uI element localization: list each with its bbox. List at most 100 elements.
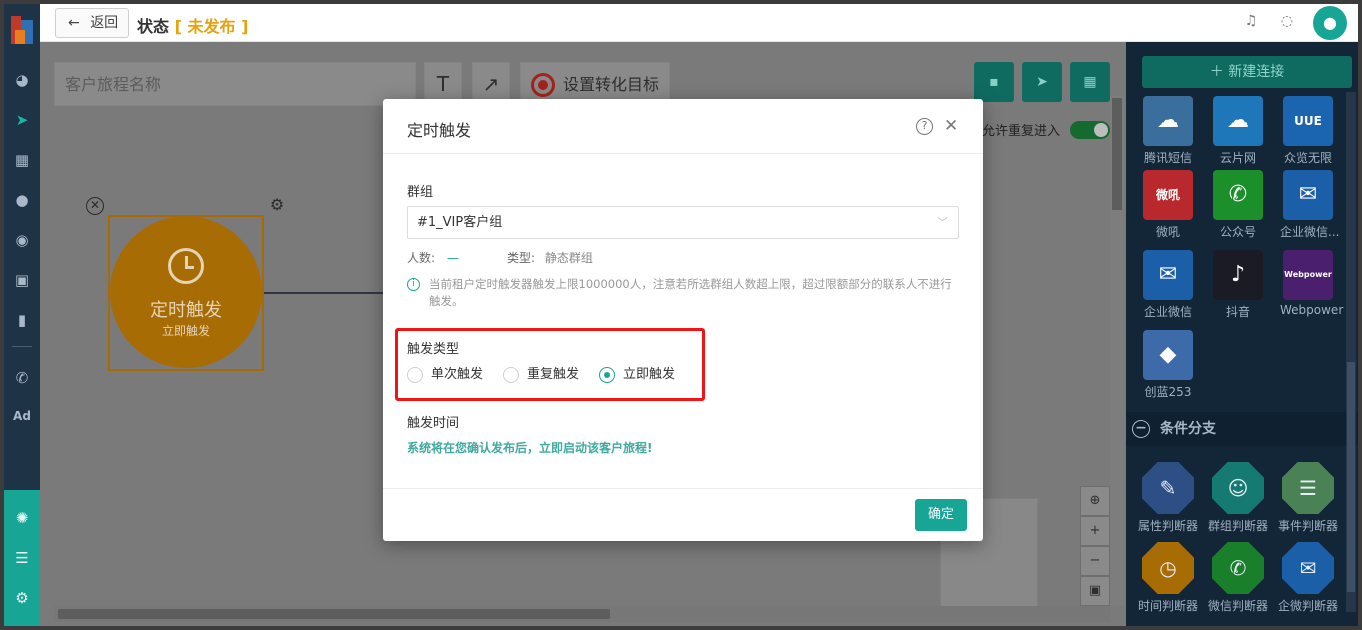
tiktok-icon: ♪ bbox=[1213, 250, 1263, 300]
ad-icon[interactable]: Ad bbox=[12, 406, 32, 426]
node-title: 定时触发 bbox=[150, 300, 222, 321]
node-settings-icon[interactable]: ⚙ bbox=[268, 196, 286, 214]
channel-tile[interactable]: ☁ 腾讯短信 bbox=[1140, 96, 1196, 166]
publish-button[interactable]: ➤ bbox=[1022, 62, 1062, 102]
panel-scrollbar[interactable] bbox=[1346, 92, 1356, 612]
template-button[interactable]: ▦ bbox=[1070, 62, 1110, 102]
back-button[interactable]: ← 返回 bbox=[55, 8, 129, 38]
save-button[interactable]: ▪ bbox=[974, 62, 1014, 102]
text-icon: T bbox=[436, 72, 450, 96]
limit-notice-text: 当前租户定时触发器触发上限1000000人，注意若所选群组人数超上限，超过限额部… bbox=[429, 277, 952, 308]
radio-dot bbox=[503, 367, 519, 383]
wechat-icon: ✆ bbox=[1213, 170, 1263, 220]
group-select[interactable]: #1_VIP客户组 ﹀ bbox=[407, 206, 959, 239]
layout-icon[interactable]: ▦ bbox=[12, 150, 32, 170]
avatar[interactable]: ● bbox=[1313, 6, 1347, 40]
radio-repeat-trigger[interactable]: 重复触发 bbox=[503, 365, 579, 385]
channel-tile[interactable]: ☁ 云片网 bbox=[1210, 96, 1266, 166]
branch-icon: ◷ bbox=[1142, 542, 1194, 594]
count-value: — bbox=[446, 251, 459, 265]
channel-tile[interactable]: ✆ 公众号 bbox=[1210, 170, 1266, 240]
network-icon[interactable]: ✺ bbox=[12, 508, 32, 528]
radio-immediate-trigger[interactable]: 立即触发 bbox=[599, 365, 675, 385]
journey-name-input[interactable]: 客户旅程名称 bbox=[54, 62, 416, 106]
bell-icon[interactable]: ♫ bbox=[1242, 12, 1260, 30]
branch-tile-label: 群组判断器 bbox=[1207, 519, 1268, 533]
gear-icon[interactable]: ⚙ bbox=[12, 588, 32, 608]
nav-divider bbox=[12, 346, 32, 347]
branch-tile-label: 事件判断器 bbox=[1277, 519, 1338, 533]
fit-icon[interactable]: ▣ bbox=[1080, 576, 1110, 606]
condition-branch-header[interactable]: − 条件分支 bbox=[1126, 412, 1358, 446]
type-label: 类型: bbox=[507, 251, 536, 265]
canvas-horizontal-scrollbar[interactable] bbox=[54, 606, 1110, 622]
send-icon[interactable]: ➤ bbox=[12, 110, 32, 130]
arrow-left-icon: ← bbox=[68, 15, 80, 31]
chevron-down-icon: ﹀ bbox=[937, 216, 948, 229]
channel-tile[interactable]: ◆ 创蓝253 bbox=[1140, 330, 1196, 400]
status-badge: [ 未发布 ] bbox=[174, 17, 249, 36]
wechat-icon[interactable]: ✆ bbox=[12, 368, 32, 388]
repeat-entry-toggle[interactable] bbox=[1070, 121, 1110, 139]
limit-notice: i 当前租户定时触发器触发上限1000000人，注意若所选群组人数超上限，超过限… bbox=[407, 276, 959, 310]
channel-tile-label: 云片网 bbox=[1219, 151, 1256, 165]
channel-tile[interactable]: UUE 众览无限 bbox=[1280, 96, 1336, 166]
channel-tile[interactable]: 微吼 微吼 bbox=[1140, 170, 1196, 240]
new-connection-label: 新建连接 bbox=[1228, 64, 1285, 80]
branch-icon: ✉ bbox=[1282, 542, 1334, 594]
bookmark-icon[interactable]: ▣ bbox=[12, 270, 32, 290]
dashboard-icon[interactable]: ◕ bbox=[12, 70, 32, 90]
server-icon[interactable]: ☰ bbox=[12, 548, 32, 568]
count-label: 人数: bbox=[407, 251, 436, 265]
radio-label: 重复触发 bbox=[527, 367, 580, 382]
confirm-button[interactable]: 确定 bbox=[915, 499, 967, 531]
user-icon[interactable]: ● bbox=[12, 190, 32, 210]
channel-tile-label: 众览无限 bbox=[1283, 151, 1332, 165]
radio-label: 单次触发 bbox=[431, 367, 484, 382]
channel-tile-label: 创蓝253 bbox=[1144, 385, 1192, 399]
close-icon[interactable]: ✕ bbox=[944, 116, 958, 136]
radio-single-trigger[interactable]: 单次触发 bbox=[407, 365, 483, 385]
branch-tile[interactable]: ✉ 企微判断器 bbox=[1276, 542, 1340, 614]
top-bar: ← 返回 状态 [ 未发布 ] ♫ ◌ ● bbox=[40, 4, 1358, 42]
help-icon[interactable]: ? bbox=[916, 118, 933, 135]
cube-icon: ◆ bbox=[1143, 330, 1193, 380]
canvas-vertical-scrollbar[interactable] bbox=[1110, 96, 1124, 606]
target-icon bbox=[531, 73, 555, 97]
group-label: 群组 bbox=[407, 185, 434, 200]
bar-chart-icon[interactable]: ▮ bbox=[12, 310, 32, 330]
journey-name-placeholder: 客户旅程名称 bbox=[65, 75, 162, 94]
channel-tile[interactable]: Webpower Webpower bbox=[1280, 250, 1344, 317]
status-text: 未发布 bbox=[187, 17, 236, 36]
channel-tile-label: 公众号 bbox=[1219, 225, 1256, 239]
trigger-type-label: 触发类型 bbox=[407, 342, 460, 357]
channel-tile[interactable]: ✉ 企业微信 bbox=[1140, 250, 1196, 320]
branch-tile[interactable]: ◷ 时间判断器 bbox=[1136, 542, 1200, 614]
branch-icon: ☰ bbox=[1282, 462, 1334, 514]
channel-tile-label: 腾讯短信 bbox=[1143, 151, 1192, 165]
dialog-header: 定时触发 ? ✕ bbox=[383, 99, 983, 154]
channel-tile[interactable]: ♪ 抖音 bbox=[1210, 250, 1266, 320]
type-info: 类型: 静态群组 bbox=[507, 249, 593, 266]
collapse-icon: − bbox=[1132, 420, 1150, 438]
zoom-out-icon[interactable]: − bbox=[1080, 546, 1110, 576]
branch-tile[interactable]: ✎ 属性判断器 bbox=[1136, 462, 1200, 534]
paper-plane-icon: ➤ bbox=[1036, 74, 1048, 90]
message-icon[interactable]: ◌ bbox=[1278, 12, 1296, 30]
branch-tile[interactable]: ☺ 群组判断器 bbox=[1206, 462, 1270, 534]
branch-tile[interactable]: ☰ 事件判断器 bbox=[1276, 462, 1340, 534]
users-icon[interactable]: ◉ bbox=[12, 230, 32, 250]
zoom-controls: ⊕ + − ▣ bbox=[1080, 486, 1110, 606]
locate-icon[interactable]: ⊕ bbox=[1080, 486, 1110, 516]
logo-icon: UUE bbox=[1283, 96, 1333, 146]
node-delete-icon[interactable]: ✕ bbox=[86, 197, 104, 215]
node-subtitle: 立即触发 bbox=[161, 324, 210, 338]
timed-trigger-node[interactable]: 定时触发 立即触发 bbox=[110, 216, 262, 368]
radio-dot bbox=[599, 367, 615, 383]
zoom-in-icon[interactable]: + bbox=[1080, 516, 1110, 546]
condition-branch-label: 条件分支 bbox=[1160, 421, 1216, 437]
channel-tile[interactable]: ✉ 企业微信... bbox=[1280, 170, 1339, 240]
new-connection-button[interactable]: ＋ 新建连接 bbox=[1142, 56, 1352, 88]
channel-tile-label: Webpower bbox=[1280, 303, 1344, 317]
branch-tile[interactable]: ✆ 微信判断器 bbox=[1206, 542, 1270, 614]
